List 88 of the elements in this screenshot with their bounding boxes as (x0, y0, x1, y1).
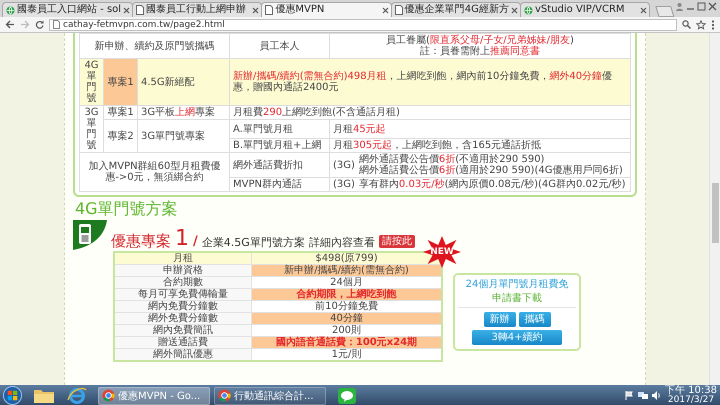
table-cell: 4.5G新絕配 (138, 58, 230, 106)
search-icon[interactable] (682, 20, 691, 29)
panel-subtitle: 申請書下載 (492, 293, 542, 304)
separator: / (193, 234, 198, 250)
detail-button[interactable]: 請按此 (378, 235, 415, 248)
group-label: 4G單門號 (83, 60, 100, 104)
table-cell: 合約期數 (114, 276, 252, 288)
page-icon (265, 5, 274, 15)
table-cell: 網外免費分鐘數 (114, 312, 252, 324)
table-cell: B.單門號月租+上網 (230, 138, 330, 152)
close-icon[interactable] (708, 2, 718, 11)
browser-tab[interactable]: 國泰員工入口網站 - sol (2, 2, 134, 17)
group-label: 3G單門號 (83, 107, 100, 151)
clock-time: 下午 10:38 (665, 386, 717, 396)
table-cell: 新申辦、續約及原門號攜碼 (80, 34, 230, 58)
close-icon[interactable] (382, 6, 389, 14)
close-icon[interactable] (123, 6, 130, 14)
table-cell: A.單門號月租 (230, 120, 330, 138)
reload-icon[interactable] (35, 20, 44, 29)
browser-tab[interactable]: vStudio VIP/VCRM (520, 2, 650, 17)
table-cell: 月租費290上網吃到飽(不含通話月租) (230, 106, 630, 120)
promo-number: 1 (175, 228, 189, 250)
rate-note: 網外通話費公告價6折(不適用於290 590) (358, 154, 546, 165)
page-icon (394, 5, 403, 15)
table-cell: 每月可享免費傳輸量 (114, 288, 252, 300)
flag-icon[interactable] (625, 391, 634, 400)
phone-icon (73, 220, 107, 250)
section-heading: 4G單門號方案 (75, 200, 179, 218)
table-cell: 3G單門號專案 (138, 120, 230, 152)
detail-label: 詳細內容查看 (308, 235, 375, 250)
menu-icon[interactable] (711, 20, 715, 30)
network-tag: (3G) (333, 160, 355, 170)
globe-icon (6, 6, 15, 14)
start-icon[interactable] (3, 386, 22, 405)
table-cell: 新申辦/攜碼/續約(需無合約) (252, 264, 442, 276)
table-cell: MVPN群內通話 (230, 178, 330, 192)
plan-title: 企業4.5G單門號方案 (202, 235, 305, 250)
browser-tab[interactable]: 優惠MVPN (261, 2, 392, 17)
table-cell: 員工本人 (230, 34, 330, 58)
page-icon (53, 20, 60, 29)
maximize-icon[interactable] (697, 2, 706, 11)
chrome-icon (218, 389, 231, 402)
table-cell: 月租45元起 (330, 120, 630, 138)
table-cell: 專案1 (104, 106, 138, 120)
page-icon (136, 5, 144, 15)
table-cell: 網內免費簡訊 (114, 324, 252, 336)
table-cell: 網內免費分鐘數 (114, 300, 252, 312)
table-cell: 申辦資格 (114, 264, 252, 276)
promo-label: 優惠專案 (111, 233, 171, 250)
table-cell: 網外通話費折扣 (230, 152, 330, 178)
table-cell: 國內語音通話費：100元x24期 (252, 336, 442, 348)
chat-icon[interactable] (338, 388, 356, 404)
table-cell: 新辦/攜碼/續約(需無合約)498月租，上網吃到飽，網內前10分鐘免費，網外40分鐘優惠，贈國內通話2400元 (230, 58, 630, 106)
table-cell: 專案1 (104, 58, 138, 106)
table-cell: 前10分鐘免費 (252, 300, 442, 312)
table-cell: 加入MVPN群組60型月租費優惠->0元，無須綁合約 (80, 152, 230, 192)
back-icon[interactable] (5, 20, 15, 29)
browser-icon[interactable] (66, 387, 88, 404)
table-cell: 24個月 (252, 276, 442, 288)
chrome-icon (102, 389, 115, 402)
table-cell: 1元/則 (252, 348, 442, 361)
table-cell: 網外簡訊優惠 (114, 348, 252, 361)
table-cell: 員工眷屬(限直系父母/子女/兄弟姊妹/朋友) 註：員眷需附上推薦同意書 (330, 34, 630, 58)
folder-icon[interactable] (32, 388, 56, 404)
address-bar[interactable]: cathay-fetmvpn.com.tw/page2.html (49, 18, 677, 30)
browser-tab[interactable]: 優惠企業單門4G經新方 (390, 2, 522, 17)
taskbar-window[interactable]: 行動通訊綜合計... (214, 386, 326, 404)
table-cell: 200則 (252, 324, 442, 336)
table-cell: 40分鐘 (252, 312, 442, 324)
rate-note: 享有群內0.03元/秒(網內原價0.08元/秒)(4G群內0.02元/秒) (358, 179, 626, 190)
browser-tab[interactable]: 國泰員工行動上網申辦 (132, 2, 262, 17)
table-cell: 專案2 (104, 120, 138, 152)
close-icon[interactable] (252, 6, 260, 14)
speaker-icon[interactable] (652, 391, 661, 400)
star-icon[interactable] (696, 20, 706, 30)
table-cell: 合約期限，上網吃到飽 (252, 288, 442, 300)
table-cell: 贈送通話費 (114, 336, 252, 348)
network-icon[interactable] (638, 391, 648, 400)
panel-title: 24個月單門號月租費免 (466, 279, 568, 290)
table-cell: 月租305元起，上網吃到飽，含165元通話折抵 (330, 138, 630, 152)
close-icon[interactable] (511, 6, 518, 14)
globe-icon (524, 6, 534, 14)
table-cell: 3G平板上網專案 (138, 106, 230, 120)
table-cell: 月租 (114, 252, 252, 264)
close-icon[interactable] (640, 6, 648, 14)
clock-date: 2017/3/27 (668, 396, 714, 405)
network-tag: (3G) (333, 179, 355, 190)
rate-note: 網外通話費公告價6折(適用於290 590)(4G優惠用戶同6折) (358, 165, 623, 176)
